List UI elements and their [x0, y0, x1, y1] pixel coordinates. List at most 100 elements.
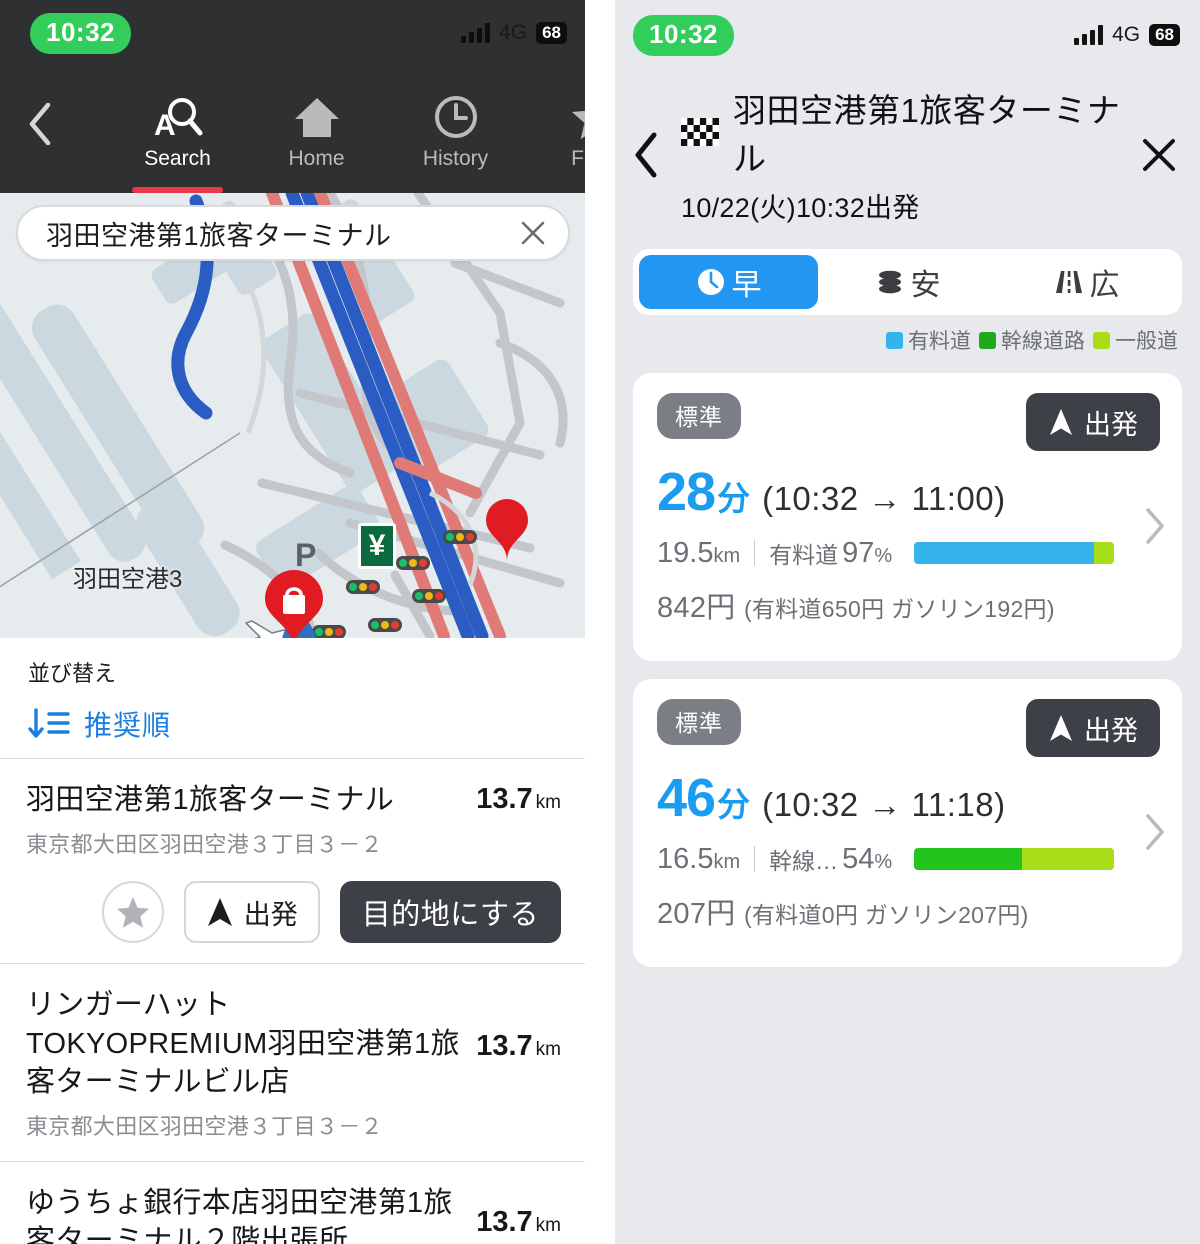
network-type-label: 4G	[499, 21, 528, 44]
bar-segment-arterial	[914, 848, 1023, 870]
route-cost-total: 842円	[657, 592, 736, 624]
list-item[interactable]: リンガーハット TOKYOPREMIUM羽田空港第1旅 客ターミナルビル店 13…	[0, 964, 585, 1163]
status-badge: 標準	[657, 699, 741, 745]
battery-level-badge: 68	[1149, 24, 1180, 46]
route-time-range: (10:32 → 11:18)	[762, 786, 1006, 823]
traffic-signal-icon	[346, 580, 380, 594]
result-distance-unit: km	[535, 792, 561, 813]
depart-button[interactable]: 出発	[183, 881, 320, 944]
set-destination-button[interactable]: 目的地にする	[339, 881, 561, 944]
chevron-left-icon[interactable]	[633, 132, 659, 178]
sort-control[interactable]: 並び替え 推奨順	[0, 638, 585, 759]
page-title: 羽田空港第1旅客ターミナル	[733, 92, 1121, 177]
tab-cheapest[interactable]: 安	[818, 255, 997, 309]
traffic-signal-icon	[396, 556, 430, 570]
back-chevron-icon[interactable]	[26, 102, 54, 146]
sort-value-row[interactable]: 推奨順	[28, 704, 585, 744]
star-icon	[525, 91, 585, 143]
result-name: ゆうちょ銀行本店羽田空港第1旅 客ターミナル２階出張所	[26, 1187, 453, 1244]
tab-search[interactable]: A Search	[108, 91, 247, 193]
route-cost-detail: (有料道0円 ガソリン207円)	[743, 902, 1029, 928]
route-road-type: 幹線…	[769, 848, 839, 874]
checkered-flag-icon	[681, 118, 719, 146]
sort-value-label: 推奨順	[84, 710, 172, 741]
map-label-area: 羽田空港3	[73, 566, 183, 593]
battery-level-badge: 68	[536, 22, 567, 44]
route-duration-minutes: 28	[657, 462, 716, 522]
route-road-percent-value: 97	[842, 536, 875, 569]
bar-segment-toll	[914, 542, 1095, 564]
search-input[interactable]: 羽田空港第1旅客ターミナル	[16, 205, 570, 261]
left-status-bar: 10:32 4G 68	[0, 0, 585, 66]
status-indicators: 4G 68	[461, 21, 567, 45]
tab-history[interactable]: History	[386, 91, 525, 193]
list-item[interactable]: ゆうちょ銀行本店羽田空港第1旅 客ターミナル２階出張所 13.7 km	[0, 1162, 585, 1244]
route-time-range: (10:32 → 11:00)	[762, 480, 1006, 517]
divider	[754, 540, 756, 566]
destination-pin-icon[interactable]	[484, 497, 530, 563]
result-distance-value: 13.7	[476, 783, 533, 815]
tab-cheapest-label: 安	[910, 269, 941, 302]
start-navigation-button[interactable]: 出発	[1026, 699, 1160, 757]
map-view[interactable]: 羽田空港第1旅客ターミナル 羽田空港3 東京国際空港 (羽田空港) P P ¥ …	[0, 193, 585, 638]
route-duration-unit: 分	[717, 480, 751, 517]
tab-fastest[interactable]: 早	[639, 255, 818, 309]
search-icon: A	[108, 91, 247, 143]
legend-swatch-general	[1093, 331, 1110, 349]
favorite-button[interactable]	[101, 881, 164, 944]
status-indicators: 4G 68	[1074, 23, 1180, 47]
result-distance: 13.7 km	[476, 781, 561, 816]
route-card[interactable]: 標準 出発 46 分 (10:32 → 11:18) 16.5km 幹線… 54…	[633, 679, 1182, 967]
divider	[754, 846, 756, 872]
route-cost-total: 207円	[657, 898, 736, 930]
tab-favorites[interactable]: Favo	[525, 91, 585, 193]
panel-divider	[585, 0, 615, 1244]
route-road-percent-value: 54	[842, 842, 875, 875]
coins-icon	[875, 267, 905, 297]
legend-label-arterial: 幹線道路	[1001, 330, 1085, 353]
route-meta-row: 19.5km 有料道 97%	[657, 536, 1160, 570]
route-duration-unit: 分	[717, 786, 751, 823]
close-icon[interactable]	[1140, 136, 1178, 174]
chevron-right-icon[interactable]	[1144, 813, 1166, 851]
result-distance-unit: km	[535, 1215, 561, 1237]
home-icon	[247, 91, 386, 143]
tab-widest-label: 広	[1089, 269, 1120, 302]
sort-descending-icon	[28, 708, 70, 738]
navigation-arrow-icon	[1050, 715, 1072, 741]
route-card[interactable]: 標準 出発 28 分 (10:32 → 11:00) 19.5km 有料道 97…	[633, 373, 1182, 661]
result-distance: 13.7 km	[476, 986, 561, 1063]
route-distance-value: 16.5	[657, 842, 714, 875]
result-address: 東京都大田区羽田空港３丁目３－２	[26, 1114, 383, 1140]
legend-swatch-arterial	[979, 331, 996, 349]
route-cost: 842円 (有料道650円 ガソリン192円)	[657, 584, 1160, 626]
start-navigation-label: 出発	[1084, 715, 1138, 746]
chevron-right-icon[interactable]	[1144, 507, 1166, 545]
route-distance-unit: km	[713, 850, 741, 873]
route-road-type: 有料道	[769, 542, 839, 568]
depart-button-label: 出発	[243, 899, 298, 930]
tab-widest[interactable]: 広	[997, 255, 1176, 309]
result-actions: 出発 目的地にする	[26, 881, 561, 944]
start-navigation-button[interactable]: 出発	[1026, 393, 1160, 451]
route-road-percent: 97%	[842, 537, 892, 570]
result-address: 東京都大田区羽田空港３丁目３－２	[26, 832, 383, 858]
status-time: 10:32	[30, 12, 131, 54]
shop-pin-icon[interactable]	[262, 569, 326, 638]
sort-label: 並び替え	[28, 661, 117, 686]
legend-item-arterial: 幹線道路	[979, 325, 1085, 355]
tab-home[interactable]: Home	[247, 91, 386, 193]
list-item[interactable]: 羽田空港第1旅客ターミナル 13.7 km 東京都大田区羽田空港３丁目３－２ 出発	[0, 759, 585, 965]
result-name: リンガーハット TOKYOPREMIUM羽田空港第1旅 客ターミナルビル店	[26, 989, 460, 1098]
route-header: 羽田空港第1旅客ターミナル 10/22(火)10:32出発	[615, 70, 1200, 243]
start-navigation-label: 出発	[1084, 409, 1138, 440]
departure-datetime: 10/22(火)10:32出発	[681, 193, 920, 223]
bar-segment-general	[1022, 848, 1115, 870]
percent-symbol: %	[874, 544, 893, 567]
route-composition-bar	[914, 848, 1115, 870]
status-badge: 標準	[657, 393, 741, 439]
close-icon[interactable]	[520, 220, 546, 246]
traffic-signal-icon	[412, 589, 446, 603]
route-distance: 16.5km	[657, 843, 740, 876]
route-duration-row: 28 分 (10:32 → 11:00)	[657, 465, 1160, 520]
